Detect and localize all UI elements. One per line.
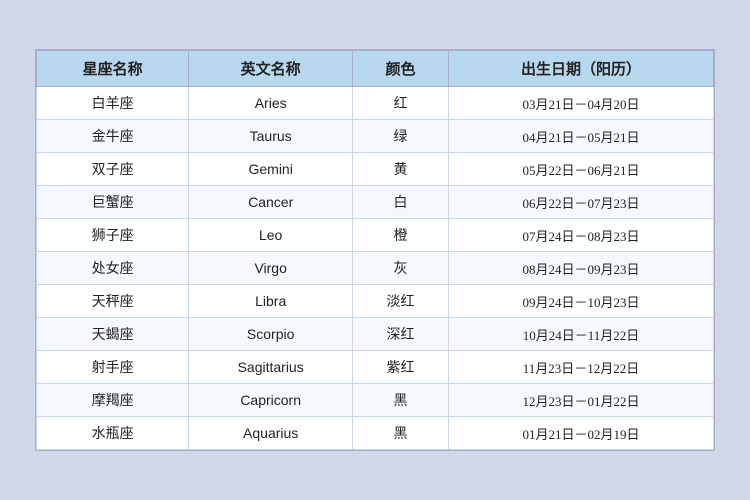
cell-english-name: Scorpio (189, 318, 353, 351)
cell-chinese-name: 射手座 (37, 351, 189, 384)
table-row: 金牛座Taurus绿04月21日－05月21日 (37, 120, 714, 153)
cell-chinese-name: 白羊座 (37, 87, 189, 120)
table-row: 白羊座Aries红03月21日－04月20日 (37, 87, 714, 120)
cell-english-name: Gemini (189, 153, 353, 186)
cell-color: 白 (353, 186, 449, 219)
cell-date: 05月22日－06月21日 (448, 153, 713, 186)
cell-chinese-name: 水瓶座 (37, 417, 189, 450)
cell-color: 红 (353, 87, 449, 120)
cell-chinese-name: 双子座 (37, 153, 189, 186)
zodiac-table-container: 星座名称 英文名称 颜色 出生日期（阳历） 白羊座Aries红03月21日－04… (35, 49, 715, 451)
table-row: 天秤座Libra淡红09月24日－10月23日 (37, 285, 714, 318)
table-row: 射手座Sagittarius紫红11月23日－12月22日 (37, 351, 714, 384)
cell-color: 深红 (353, 318, 449, 351)
cell-english-name: Cancer (189, 186, 353, 219)
cell-english-name: Sagittarius (189, 351, 353, 384)
cell-chinese-name: 天秤座 (37, 285, 189, 318)
table-header-row: 星座名称 英文名称 颜色 出生日期（阳历） (37, 51, 714, 87)
cell-english-name: Leo (189, 219, 353, 252)
cell-chinese-name: 狮子座 (37, 219, 189, 252)
cell-chinese-name: 天蝎座 (37, 318, 189, 351)
cell-color: 绿 (353, 120, 449, 153)
header-english-name: 英文名称 (189, 51, 353, 87)
table-row: 狮子座Leo橙07月24日－08月23日 (37, 219, 714, 252)
cell-color: 紫红 (353, 351, 449, 384)
header-color: 颜色 (353, 51, 449, 87)
table-row: 巨蟹座Cancer白06月22日－07月23日 (37, 186, 714, 219)
table-row: 处女座Virgo灰08月24日－09月23日 (37, 252, 714, 285)
cell-date: 12月23日－01月22日 (448, 384, 713, 417)
cell-color: 黑 (353, 384, 449, 417)
cell-date: 06月22日－07月23日 (448, 186, 713, 219)
cell-color: 灰 (353, 252, 449, 285)
cell-color: 淡红 (353, 285, 449, 318)
cell-english-name: Capricorn (189, 384, 353, 417)
cell-english-name: Aries (189, 87, 353, 120)
cell-chinese-name: 摩羯座 (37, 384, 189, 417)
table-row: 摩羯座Capricorn黑12月23日－01月22日 (37, 384, 714, 417)
cell-date: 10月24日－11月22日 (448, 318, 713, 351)
header-chinese-name: 星座名称 (37, 51, 189, 87)
cell-color: 黑 (353, 417, 449, 450)
cell-chinese-name: 金牛座 (37, 120, 189, 153)
cell-english-name: Libra (189, 285, 353, 318)
cell-chinese-name: 处女座 (37, 252, 189, 285)
table-row: 水瓶座Aquarius黑01月21日－02月19日 (37, 417, 714, 450)
zodiac-table: 星座名称 英文名称 颜色 出生日期（阳历） 白羊座Aries红03月21日－04… (36, 50, 714, 450)
table-row: 双子座Gemini黄05月22日－06月21日 (37, 153, 714, 186)
cell-color: 黄 (353, 153, 449, 186)
cell-date: 07月24日－08月23日 (448, 219, 713, 252)
cell-english-name: Taurus (189, 120, 353, 153)
cell-date: 09月24日－10月23日 (448, 285, 713, 318)
cell-date: 08月24日－09月23日 (448, 252, 713, 285)
cell-chinese-name: 巨蟹座 (37, 186, 189, 219)
cell-date: 01月21日－02月19日 (448, 417, 713, 450)
header-date: 出生日期（阳历） (448, 51, 713, 87)
cell-date: 11月23日－12月22日 (448, 351, 713, 384)
cell-date: 03月21日－04月20日 (448, 87, 713, 120)
cell-english-name: Virgo (189, 252, 353, 285)
table-row: 天蝎座Scorpio深红10月24日－11月22日 (37, 318, 714, 351)
cell-english-name: Aquarius (189, 417, 353, 450)
cell-color: 橙 (353, 219, 449, 252)
cell-date: 04月21日－05月21日 (448, 120, 713, 153)
